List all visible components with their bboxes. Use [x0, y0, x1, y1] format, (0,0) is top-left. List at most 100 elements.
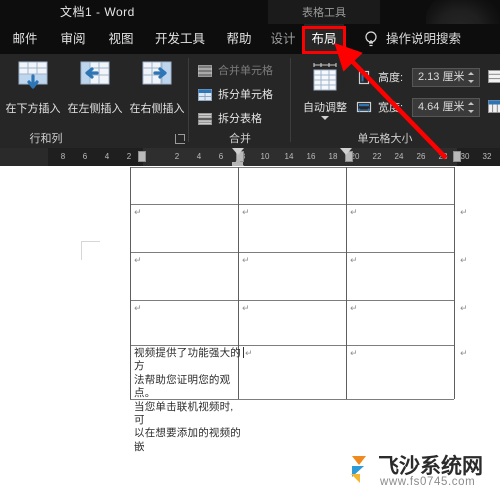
paragraph-line: 以在想要添加的视频的嵌	[134, 427, 241, 453]
row-end-mark: ↵	[460, 207, 468, 217]
paragraph-mark: ↵	[242, 207, 250, 217]
row-height-control: 高度: 2.13 厘米	[356, 68, 486, 88]
ruler-tick: 8	[60, 152, 66, 161]
paragraph-mark: ↵	[134, 303, 142, 313]
paragraph-mark: ↵	[134, 207, 142, 217]
ruler-tick: 10	[260, 152, 270, 161]
ruler-tick: 22	[372, 152, 382, 161]
tab-review[interactable]: 审阅	[52, 24, 94, 54]
ruler-tick: 18	[328, 152, 338, 161]
column-width-input[interactable]: 4.64 厘米	[412, 98, 480, 117]
cell-paragraph-text[interactable]: 视频提供了功能强大的方 法帮助您证明您的观点。 当您单击联机视频时,可 以在想要…	[134, 347, 244, 454]
tab-help[interactable]: 帮助	[218, 24, 260, 54]
insert-left-button[interactable]: 在左侧插入	[64, 58, 126, 116]
row-height-label: 高度:	[378, 72, 404, 84]
paragraph-line: 法帮助您证明您的观点。	[134, 373, 231, 400]
group-label-rows-columns: 行和列	[29, 133, 63, 145]
table-row-line	[130, 300, 454, 301]
title-bar: 文档1 - Word 表格工具	[0, 0, 500, 34]
split-cells-icon	[198, 89, 212, 101]
autofit-button[interactable]: 自动调整	[296, 58, 354, 124]
horizontal-ruler[interactable]: 8 6 4 2 2 4 6 8 10 14 16 18 20 22 24 26 …	[0, 148, 500, 166]
tab-developer[interactable]: 开发工具	[148, 24, 212, 54]
table-row-line	[130, 167, 454, 168]
column-width-label: 宽度:	[378, 102, 404, 114]
tab-view[interactable]: 视图	[100, 24, 142, 54]
row-height-value: 2.13 厘米	[418, 71, 465, 83]
paragraph-line: 视频提供了功能强大的方	[134, 347, 241, 373]
row-height-spinner[interactable]	[467, 70, 476, 85]
ribbon-tab-strip: 邮件 审阅 视图 开发工具 帮助 设计 布局 操作说明搜索	[0, 24, 500, 54]
paragraph-mark: ↵	[245, 348, 253, 358]
table-row-line	[130, 345, 454, 346]
ruler-tick: 32	[482, 152, 492, 161]
ruler-tick: 26	[416, 152, 426, 161]
tab-mailings[interactable]: 邮件	[4, 24, 46, 54]
row-height-input[interactable]: 2.13 厘米	[412, 68, 480, 87]
autofit-caret-icon[interactable]	[321, 116, 329, 120]
column-width-icon	[356, 101, 372, 113]
column-width-spinner[interactable]	[467, 100, 476, 115]
row-end-mark: ↵	[460, 303, 468, 313]
insert-below-button[interactable]: 在下方插入	[2, 58, 64, 116]
merge-cells-icon	[198, 65, 212, 77]
margin-corner-mark	[81, 241, 100, 260]
ruler-column-marker[interactable]	[453, 151, 461, 162]
table-column-line	[346, 167, 347, 399]
merge-cells-label: 合并单元格	[218, 65, 273, 77]
distribute-rows-icon[interactable]	[488, 70, 500, 83]
ribbon: 在下方插入 在左侧插入 在右侧插入 行和列 合并单元格 拆分单元格 拆分表格 合…	[0, 54, 500, 148]
table-column-line	[130, 167, 131, 399]
distribute-columns-icon[interactable]	[488, 100, 500, 113]
autofit-icon	[313, 63, 337, 91]
left-gutter	[0, 166, 48, 500]
ruler-tick: 2	[174, 152, 180, 161]
insert-below-label: 在下方插入	[5, 103, 61, 115]
ruler-text-area	[143, 148, 457, 166]
ruler-tick: 24	[394, 152, 404, 161]
ruler-column-marker[interactable]	[138, 151, 146, 162]
group-separator-2	[290, 58, 291, 142]
column-width-control: 宽度: 4.64 厘米	[356, 98, 486, 118]
lightbulb-icon	[365, 31, 377, 47]
insert-left-icon	[80, 61, 110, 85]
autofit-label: 自动调整	[303, 102, 347, 114]
ruler-tick: 16	[306, 152, 316, 161]
split-cells-label: 拆分单元格	[218, 89, 273, 101]
ruler-tick: 4	[196, 152, 202, 161]
table-column-line	[454, 167, 455, 399]
ruler-tick: 2	[126, 152, 132, 161]
insert-below-icon	[18, 61, 48, 89]
paragraph-mark: ↵	[350, 255, 358, 265]
ruler-tick: 4	[104, 152, 110, 161]
insert-right-button[interactable]: 在右侧插入	[126, 58, 188, 116]
tab-table-design[interactable]: 设计	[264, 24, 302, 54]
ruler-tick: 6	[82, 152, 88, 161]
paragraph-line: 当您单击联机视频时,可	[134, 400, 234, 427]
ruler-tick: 6	[218, 152, 224, 161]
column-width-value: 4.64 厘米	[418, 101, 465, 113]
document-title: 文档1 - Word	[60, 5, 135, 19]
first-line-indent-marker[interactable]	[232, 148, 244, 155]
ruler-tick: 14	[284, 152, 294, 161]
split-table-icon	[198, 113, 212, 125]
paragraph-mark: ↵	[350, 348, 358, 358]
paragraph-mark: ↵	[242, 303, 250, 313]
paragraph-mark: ↵	[134, 255, 142, 265]
word-application-window: 文档1 - Word 表格工具 邮件 审阅 视图 开发工具 帮助 设计 布局 操…	[0, 0, 500, 500]
insert-right-label: 在右侧插入	[129, 103, 185, 115]
table-row-line	[130, 252, 454, 253]
group-label-merge: 合并	[229, 133, 251, 145]
first-line-indent-marker[interactable]	[340, 148, 352, 155]
split-table-label: 拆分表格	[218, 113, 262, 125]
insert-left-label: 在左侧插入	[67, 103, 123, 115]
row-height-icon	[358, 70, 370, 85]
rows-columns-dialog-launcher[interactable]	[175, 134, 185, 144]
insert-right-icon	[142, 61, 172, 85]
paragraph-mark: ↵	[350, 207, 358, 217]
site-watermark: 飞沙系统网 www.fs0745.com	[350, 446, 494, 496]
tell-me-search-box[interactable]: 操作说明搜索	[386, 24, 461, 54]
annotation-highlight-box	[302, 26, 346, 54]
row-end-mark: ↵	[460, 255, 468, 265]
watermark-logo-icon	[351, 456, 366, 483]
